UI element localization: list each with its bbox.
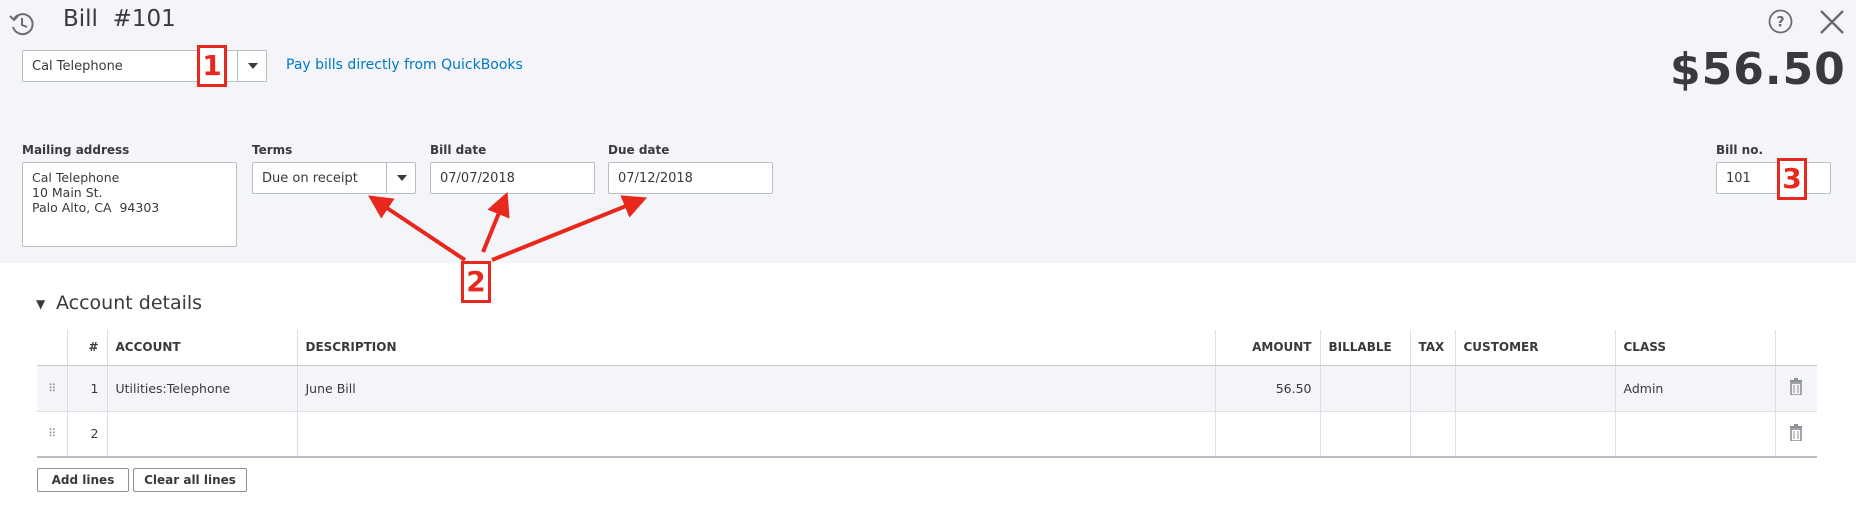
bill-no-label: Bill no.	[1716, 143, 1764, 157]
table-row[interactable]: ⠿ 2	[37, 411, 1817, 458]
column-header: #	[67, 330, 108, 366]
table-header-row: # ACCOUNT DESCRIPTION AMOUNT BILLABLE TA…	[37, 330, 1817, 366]
balance-due: $56.50	[1670, 44, 1846, 95]
description-cell[interactable]: June Bill	[297, 365, 1216, 412]
chevron-down-icon[interactable]	[386, 163, 415, 193]
clear-all-lines-button[interactable]: Clear all lines	[133, 468, 247, 492]
column-header: ACCOUNT	[107, 330, 298, 366]
trash-header	[1775, 330, 1817, 366]
due-date-value: 07/12/2018	[618, 171, 693, 186]
column-header: DESCRIPTION	[297, 330, 1216, 366]
vendor-value: Cal Telephone	[32, 59, 123, 74]
customer-cell[interactable]	[1455, 365, 1616, 412]
tax-cell[interactable]	[1410, 365, 1456, 412]
pay-bills-link[interactable]: Pay bills directly from QuickBooks	[286, 57, 523, 73]
bill-date-value: 07/07/2018	[440, 171, 515, 186]
class-cell[interactable]: Admin	[1615, 365, 1776, 412]
annotation-badge-1: 1	[197, 45, 227, 87]
amount-cell[interactable]: 56.50	[1215, 365, 1321, 412]
mailing-address-label: Mailing address	[22, 143, 130, 157]
bill-no-value: 101	[1726, 171, 1751, 186]
billable-cell[interactable]	[1320, 365, 1411, 412]
annotation-arrows	[368, 191, 648, 262]
terms-label: Terms	[252, 143, 293, 157]
trash-icon[interactable]	[1775, 411, 1817, 458]
column-header: CUSTOMER	[1455, 330, 1616, 366]
line-number: 2	[67, 411, 108, 458]
bill-no-field[interactable]: 101	[1716, 162, 1831, 194]
chevron-down-icon[interactable]	[237, 51, 266, 81]
close-icon[interactable]	[1818, 8, 1846, 36]
account-cell[interactable]: Utilities:Telephone	[107, 365, 298, 412]
description-cell[interactable]	[297, 411, 1216, 458]
add-lines-button[interactable]: Add lines	[37, 468, 129, 492]
column-header: BILLABLE	[1320, 330, 1411, 366]
annotation-badge-3: 3	[1777, 158, 1807, 200]
drag-handle-icon[interactable]: ⠿	[37, 365, 68, 412]
column-header: AMOUNT	[1215, 330, 1321, 366]
address-line: Palo Alto, CA 94303	[32, 200, 160, 215]
help-icon[interactable]: ?	[1768, 9, 1793, 34]
table-row[interactable]: ⠿ 1 Utilities:Telephone June Bill 56.50 …	[37, 365, 1817, 412]
trash-icon[interactable]	[1775, 365, 1817, 412]
svg-text:?: ?	[1776, 15, 1784, 31]
account-cell[interactable]	[107, 411, 298, 458]
grip-header	[37, 330, 68, 366]
due-date-label: Due date	[608, 143, 670, 157]
tax-cell[interactable]	[1410, 411, 1456, 458]
line-number: 1	[67, 365, 108, 412]
history-icon[interactable]	[8, 10, 36, 38]
bill-date-label: Bill date	[430, 143, 487, 157]
vendor-select[interactable]: Cal Telephone	[22, 50, 267, 82]
collapse-triangle-icon[interactable]: ▼	[36, 297, 45, 311]
page-title: Bill #101	[63, 6, 176, 32]
class-cell[interactable]	[1615, 411, 1776, 458]
bill-header-panel	[0, 0, 1856, 263]
customer-cell[interactable]	[1455, 411, 1616, 458]
account-lines-table: # ACCOUNT DESCRIPTION AMOUNT BILLABLE TA…	[37, 330, 1817, 458]
column-header: TAX	[1410, 330, 1456, 366]
mailing-address-field[interactable]: Cal Telephone 10 Main St. Palo Alto, CA …	[22, 162, 237, 247]
terms-value: Due on receipt	[262, 171, 358, 186]
drag-handle-icon[interactable]: ⠿	[37, 411, 68, 458]
annotation-badge-2: 2	[461, 261, 491, 303]
address-line: Cal Telephone	[32, 170, 120, 185]
address-line: 10 Main St.	[32, 185, 103, 200]
billable-cell[interactable]	[1320, 411, 1411, 458]
column-header: CLASS	[1615, 330, 1776, 366]
amount-cell[interactable]	[1215, 411, 1321, 458]
account-details-title[interactable]: Account details	[56, 292, 202, 314]
